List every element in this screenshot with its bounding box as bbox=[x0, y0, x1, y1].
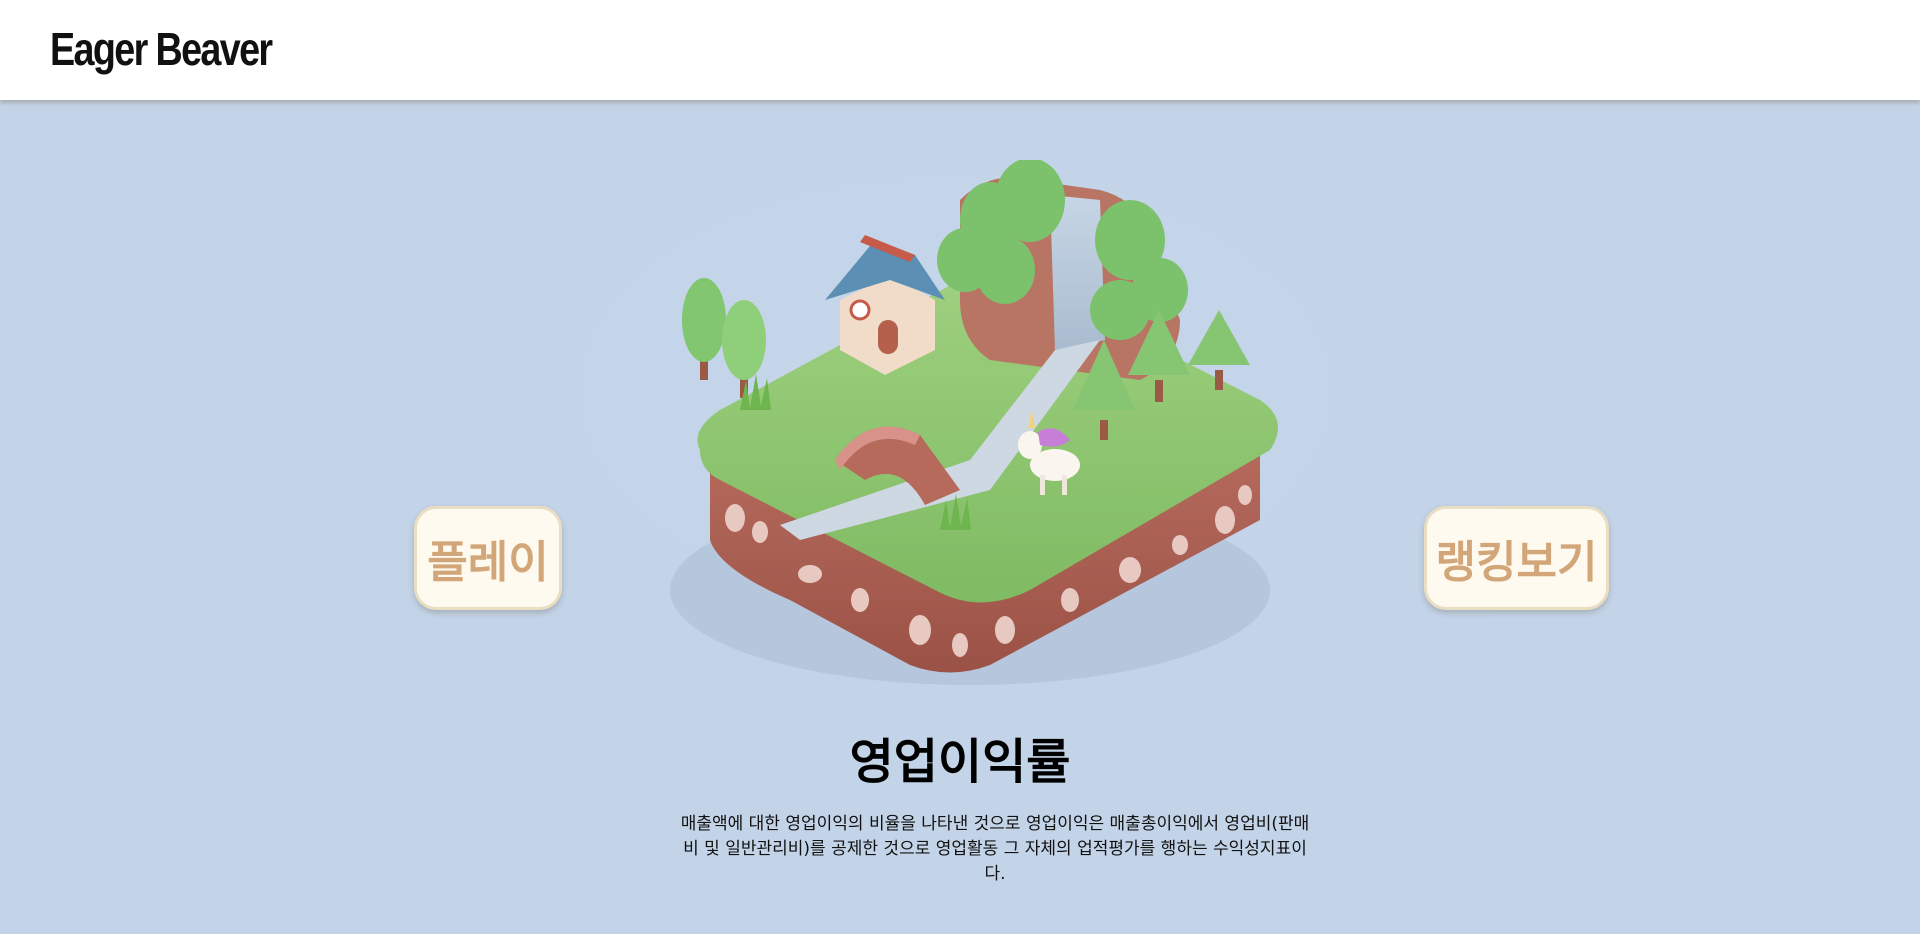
term-title: 영업이익률 bbox=[849, 734, 1071, 790]
ranking-button[interactable]: 랭킹보기 bbox=[1424, 506, 1609, 610]
island-illustration bbox=[670, 160, 1278, 685]
term-description: 매출액에 대한 영업이익의 비율을 나타낸 것으로 영업이익은 매출총이익에서 … bbox=[680, 814, 1310, 884]
left-trees bbox=[682, 278, 766, 398]
play-button[interactable]: 플레이 bbox=[414, 506, 562, 610]
logo[interactable]: Eager Beaver bbox=[50, 22, 273, 76]
top-bar: Eager Beaver bbox=[0, 0, 1920, 100]
